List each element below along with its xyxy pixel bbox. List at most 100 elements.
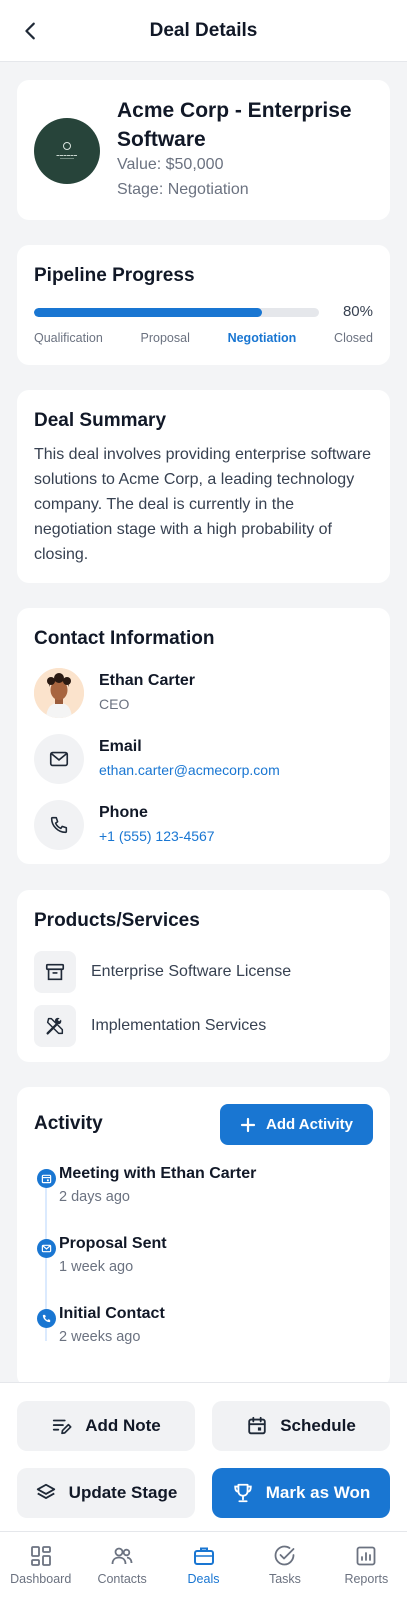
- add-note-button[interactable]: Add Note: [17, 1401, 195, 1451]
- schedule-label: Schedule: [280, 1416, 356, 1435]
- plus-icon: [240, 1117, 256, 1132]
- nav-reports[interactable]: Reports: [326, 1532, 407, 1600]
- page-title: Deal Details: [149, 19, 258, 41]
- activity-card: Activity Add Activity Meeting with Ethan…: [17, 1087, 390, 1382]
- product-item[interactable]: Enterprise Software License: [34, 951, 374, 993]
- add-activity-label: Add Activity: [266, 1116, 353, 1133]
- person-avatar-icon: [34, 668, 84, 718]
- update-stage-label: Update Stage: [68, 1483, 178, 1502]
- contact-card: Contact Information Ethan Carter CEO Ema…: [17, 608, 390, 864]
- tools-icon: [46, 1017, 64, 1035]
- email-link[interactable]: ethan.carter@acmecorp.com: [99, 762, 280, 778]
- app-bar: Deal Details: [0, 0, 407, 62]
- activity-item[interactable]: Initial Contact 2 weeks ago: [34, 1305, 364, 1355]
- deal-value: Value: $50,000: [117, 156, 224, 173]
- deal-header-card: ▬▬▬▬▬▬ ▬▬▬▬▬▬▬ Acme Corp - Enterprise So…: [17, 80, 390, 220]
- products-card: Products/Services Enterprise Software Li…: [17, 890, 390, 1062]
- add-activity-button[interactable]: Add Activity: [220, 1104, 373, 1145]
- stage-qualification: Qualification: [34, 331, 103, 345]
- products-title: Products/Services: [34, 910, 200, 931]
- pipeline-percent: 80%: [342, 303, 373, 320]
- note-edit-icon: [53, 1419, 72, 1435]
- product-icon-wrap: [34, 951, 76, 993]
- dashboard-icon: [30, 1546, 51, 1566]
- pipeline-card: Pipeline Progress 80% Qualification Prop…: [17, 245, 390, 365]
- calendar-icon: [248, 1416, 266, 1435]
- activity-dot: [37, 1169, 56, 1188]
- layers-icon: [36, 1483, 55, 1499]
- contacts-icon: [111, 1547, 133, 1565]
- contact-name: Ethan Carter: [99, 672, 196, 689]
- check-circle-icon: [274, 1545, 295, 1566]
- avatar: [34, 668, 84, 718]
- nav-dashboard[interactable]: Dashboard: [0, 1532, 81, 1600]
- contact-person-row[interactable]: Ethan Carter CEO: [34, 668, 374, 718]
- activity-time: 2 days ago: [59, 1189, 130, 1205]
- product-label: Implementation Services: [91, 1017, 267, 1034]
- action-bar: Add Note Schedule Update Stage Mark as W…: [0, 1382, 407, 1531]
- briefcase-icon: [193, 1547, 214, 1565]
- nav-deals[interactable]: Deals: [163, 1532, 244, 1600]
- activity-dot: [37, 1309, 56, 1328]
- product-icon-wrap: [34, 1005, 76, 1047]
- summary-text: This deal involves providing enterprise …: [34, 446, 372, 563]
- schedule-button[interactable]: Schedule: [212, 1401, 390, 1451]
- contact-phone-row[interactable]: Phone +1 (555) 123-4567: [34, 800, 374, 850]
- stage-proposal: Proposal: [140, 331, 190, 345]
- activity-title: Activity: [34, 1113, 103, 1134]
- email-icon-wrap: [34, 734, 84, 784]
- summary-card: Deal Summary This deal involves providin…: [17, 390, 390, 583]
- content-scroll[interactable]: ▬▬▬▬▬▬ ▬▬▬▬▬▬▬ Acme Corp - Enterprise So…: [0, 62, 407, 1382]
- company-logo: ▬▬▬▬▬▬ ▬▬▬▬▬▬▬: [34, 118, 100, 184]
- contact-role: CEO: [99, 696, 130, 712]
- mark-as-won-button[interactable]: Mark as Won: [212, 1468, 390, 1518]
- summary-title: Deal Summary: [34, 410, 167, 431]
- product-label: Enterprise Software License: [91, 963, 292, 980]
- pipeline-stages: Qualification Proposal Negotiation Close…: [34, 331, 373, 345]
- activity-dot: [37, 1239, 56, 1258]
- phone-icon: [50, 816, 68, 834]
- nav-deals-label: Deals: [187, 1572, 220, 1586]
- activity-time: 2 weeks ago: [59, 1329, 141, 1345]
- back-button[interactable]: [14, 14, 48, 48]
- stage-negotiation: Negotiation: [227, 331, 297, 345]
- mark-as-won-label: Mark as Won: [265, 1483, 371, 1502]
- calendar-icon: [41, 1174, 52, 1184]
- nav-reports-label: Reports: [344, 1572, 389, 1586]
- logo-mark-icon: [63, 142, 71, 150]
- phone-label: Phone: [99, 804, 148, 821]
- phone-icon: [42, 1314, 51, 1323]
- pipeline-progress-fill: [34, 308, 262, 317]
- activity-time: 1 week ago: [59, 1259, 134, 1275]
- activity-item[interactable]: Meeting with Ethan Carter 2 days ago: [34, 1165, 364, 1215]
- activity-title-text: Proposal Sent: [59, 1235, 167, 1252]
- deal-stage: Stage: Negotiation: [117, 181, 249, 198]
- chevron-left-icon: [25, 22, 35, 40]
- bottom-nav: Dashboard Contacts Deals Tasks Reports: [0, 1531, 407, 1600]
- mail-icon: [41, 1244, 52, 1253]
- activity-title-text: Initial Contact: [59, 1305, 165, 1322]
- phone-link[interactable]: +1 (555) 123-4567: [99, 828, 215, 844]
- nav-tasks[interactable]: Tasks: [244, 1532, 325, 1600]
- archive-box-icon: [45, 963, 65, 981]
- reports-icon: [356, 1546, 376, 1566]
- pipeline-progress-bar: [34, 308, 319, 317]
- nav-tasks-label: Tasks: [268, 1572, 301, 1586]
- mail-icon: [49, 751, 69, 767]
- email-label: Email: [99, 738, 142, 755]
- nav-contacts[interactable]: Contacts: [81, 1532, 162, 1600]
- phone-icon-wrap: [34, 800, 84, 850]
- contact-email-row[interactable]: Email ethan.carter@acmecorp.com: [34, 734, 374, 784]
- trophy-icon: [234, 1483, 252, 1503]
- product-item[interactable]: Implementation Services: [34, 1005, 374, 1047]
- nav-dashboard-label: Dashboard: [10, 1572, 72, 1586]
- deal-name: Acme Corp - Enterprise Software: [117, 99, 352, 151]
- add-note-label: Add Note: [85, 1416, 161, 1435]
- pipeline-title: Pipeline Progress: [34, 265, 195, 286]
- contact-title: Contact Information: [34, 628, 215, 649]
- nav-contacts-label: Contacts: [97, 1572, 147, 1586]
- activity-item[interactable]: Proposal Sent 1 week ago: [34, 1235, 364, 1285]
- stage-closed: Closed: [334, 331, 373, 345]
- activity-title-text: Meeting with Ethan Carter: [59, 1165, 257, 1182]
- update-stage-button[interactable]: Update Stage: [17, 1468, 195, 1518]
